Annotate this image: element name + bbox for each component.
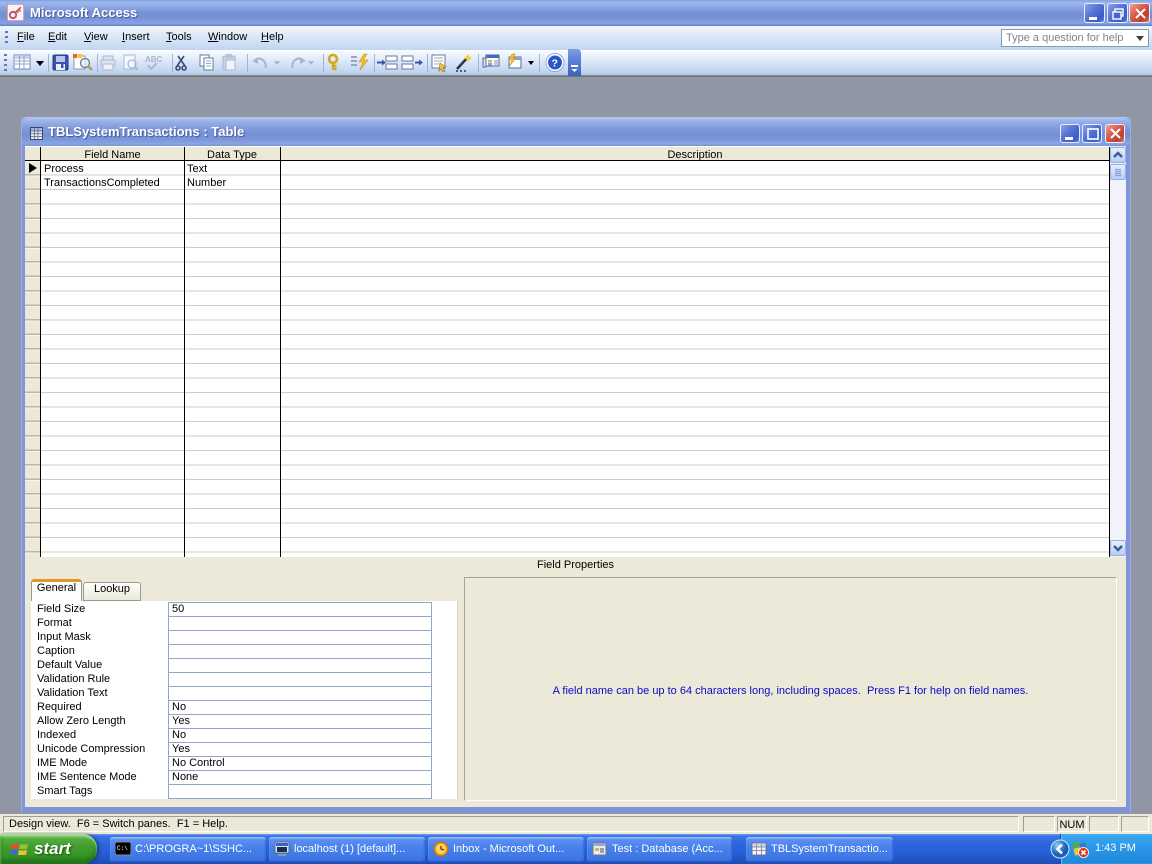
svg-text:ABC: ABC <box>145 55 163 64</box>
svg-text:?: ? <box>552 58 558 70</box>
svg-text:C:\: C:\ <box>117 845 128 852</box>
